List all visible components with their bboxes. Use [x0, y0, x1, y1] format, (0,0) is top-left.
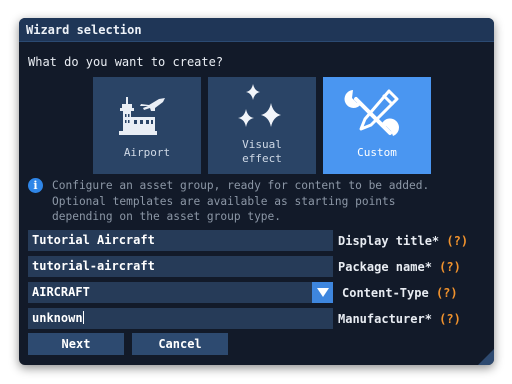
tile-visual-effect-label: Visual effect	[242, 138, 282, 165]
tile-airport-label: Airport	[123, 146, 171, 159]
resize-grip[interactable]	[478, 349, 494, 365]
content-type-label-text: Content-Type	[342, 286, 429, 300]
display-title-help[interactable]: (?)	[446, 234, 468, 248]
display-title-input[interactable]: Tutorial Aircraft	[28, 230, 333, 251]
prompt-text: What do you want to create?	[28, 55, 224, 69]
content-type-help[interactable]: (?)	[436, 286, 458, 300]
window-title: Wizard selection	[26, 23, 142, 37]
next-button[interactable]: Next	[28, 333, 124, 355]
cancel-button[interactable]: Cancel	[132, 333, 228, 355]
chevron-down-icon[interactable]	[312, 282, 333, 303]
info-icon: i	[28, 178, 43, 193]
manufacturer-label-text: Manufacturer*	[338, 312, 432, 326]
manufacturer-input[interactable]: unknown	[28, 308, 333, 329]
package-name-input[interactable]: tutorial-aircraft	[28, 256, 333, 277]
content-type-label: Content-Type (?)	[342, 286, 458, 300]
text-caret	[82, 311, 84, 324]
title-bar[interactable]: Wizard selection	[19, 18, 494, 42]
package-name-label: Package name* (?)	[338, 260, 461, 274]
display-title-label-text: Display title*	[338, 234, 440, 248]
package-name-label-text: Package name*	[338, 260, 432, 274]
tile-airport[interactable]: Airport	[93, 77, 201, 174]
content-type-select[interactable]: AIRCRAFT	[28, 282, 312, 303]
manufacturer-value: unknown	[32, 311, 83, 325]
manufacturer-label: Manufacturer* (?)	[338, 312, 461, 326]
display-title-label: Display title* (?)	[338, 234, 468, 248]
tile-visual-effect[interactable]: Visual effect	[208, 77, 316, 174]
tile-custom[interactable]: Custom	[323, 77, 431, 174]
info-description: Configure an asset group, ready for cont…	[52, 179, 430, 223]
package-name-help[interactable]: (?)	[439, 260, 461, 274]
tile-custom-label: Custom	[357, 146, 397, 159]
wizard-window: Wizard selection What do you want to cre…	[19, 18, 494, 365]
manufacturer-help[interactable]: (?)	[439, 312, 461, 326]
